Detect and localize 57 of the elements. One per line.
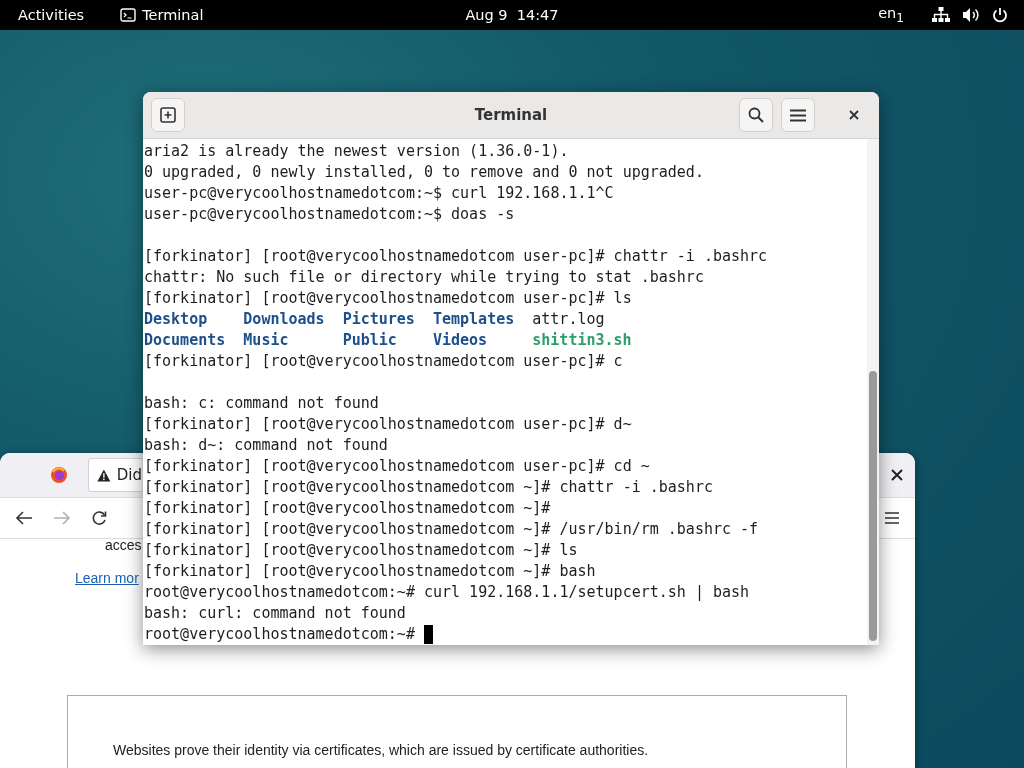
clock[interactable]: Aug 9 14:47 (465, 7, 559, 23)
activities-button[interactable]: Activities (18, 7, 85, 23)
certificate-explanation: Websites prove their identity via certificates, which are issued by certificate authorities. (113, 742, 649, 758)
file-listing-entry: Templates (432, 309, 515, 330)
menu-icon (790, 108, 806, 122)
terminal-line: user-pc@verycoolhostnamedotcom:~$ doas -s (144, 204, 515, 225)
file-listing-entry: Documents (144, 330, 226, 351)
terminal-line: root@verycoolhostnamedotcom:~# curl 192.168.1.1/setupcert.sh | bash (144, 582, 750, 603)
new-tab-button[interactable] (151, 98, 185, 132)
file-listing-entry: shittin3.sh (532, 330, 632, 351)
search-icon (748, 107, 764, 123)
menu-button[interactable] (781, 98, 815, 132)
terminal-icon (120, 8, 137, 22)
menu-icon[interactable] (885, 512, 899, 524)
terminal-line: bash: curl: command not found (144, 603, 406, 624)
close-icon (849, 110, 859, 120)
power-icon[interactable] (992, 7, 1008, 23)
terminal-line: [forkinator] [root@verycoolhostnamedotcom ~]# chattr -i .bashrc (144, 477, 713, 498)
terminal-line: 0 upgraded, 0 newly installed, 0 to remove and 0 not upgraded. (144, 162, 704, 183)
terminal-line: user-pc@verycoolhostnamedotcom:~$ curl 192.168.1.1^C (144, 183, 614, 204)
file-listing-entry: Desktop (144, 309, 208, 330)
plus-square-icon (160, 107, 176, 123)
browser-tab[interactable]: Did (88, 458, 142, 492)
volume-icon[interactable] (962, 7, 980, 23)
terminal-line: [forkinator] [root@verycoolhostnamedotcom ~]# bash (144, 561, 596, 582)
terminal-prompt: root@verycoolhostnamedotcom:~# (144, 624, 416, 645)
terminal-line: aria2 is already the newest version (1.36.0-1). (144, 141, 569, 162)
file-listing-entry: Music (243, 330, 289, 351)
reload-icon[interactable] (91, 510, 107, 526)
terminal-line: bash: c: command not found (144, 393, 379, 414)
file-listing-entry: attr.log (532, 309, 605, 330)
terminal-line: [forkinator] [root@verycoolhostnamedotcom user-pc]# chattr -i .bashrc (144, 246, 768, 267)
search-button[interactable] (739, 98, 773, 132)
terminal-line: [forkinator] [root@verycoolhostnamedotcom user-pc]# cd ~ (144, 456, 650, 477)
terminal-line: [forkinator] [root@verycoolhostnamedotcom ~]# ls (144, 540, 578, 561)
app-menu-label[interactable]: Terminal (142, 7, 204, 23)
terminal-line: [forkinator] [root@verycoolhostnamedotcom user-pc]# d~ (144, 414, 632, 435)
file-listing-entry: Downloads (243, 309, 325, 330)
terminal-line: chattr: No such file or directory while trying to stat .bashrc (144, 267, 704, 288)
warning-icon (97, 467, 111, 483)
window-title: Terminal (474, 106, 548, 124)
terminal-line: [forkinator] [root@verycoolhostnamedotcom ~]# /usr/bin/rm .bashrc -f (144, 519, 759, 540)
scrollbar-thumb[interactable] (869, 371, 877, 641)
terminal-line: [forkinator] [root@verycoolhostnamedotcom ~]# (144, 498, 551, 519)
learn-more-link[interactable]: Learn mor (75, 570, 139, 586)
file-listing-entry: Videos (432, 330, 488, 351)
keyboard-layout-indicator[interactable]: en$_{1}$ (878, 5, 904, 25)
close-icon[interactable] (891, 469, 903, 481)
terminal-line: bash: d~: command not found (144, 435, 388, 456)
back-icon[interactable] (15, 510, 33, 526)
terminal-line: [forkinator] [root@verycoolhostnamedotcom user-pc]# c (144, 351, 623, 372)
browser-logo-icon[interactable] (50, 466, 68, 484)
terminal-line: [forkinator] [root@verycoolhostnamedotcom user-pc]# ls (144, 288, 632, 309)
page-text: acces (105, 537, 142, 553)
network-icon[interactable] (932, 7, 950, 23)
file-listing-entry: Pictures (342, 309, 415, 330)
file-listing-entry: Public (342, 330, 397, 351)
